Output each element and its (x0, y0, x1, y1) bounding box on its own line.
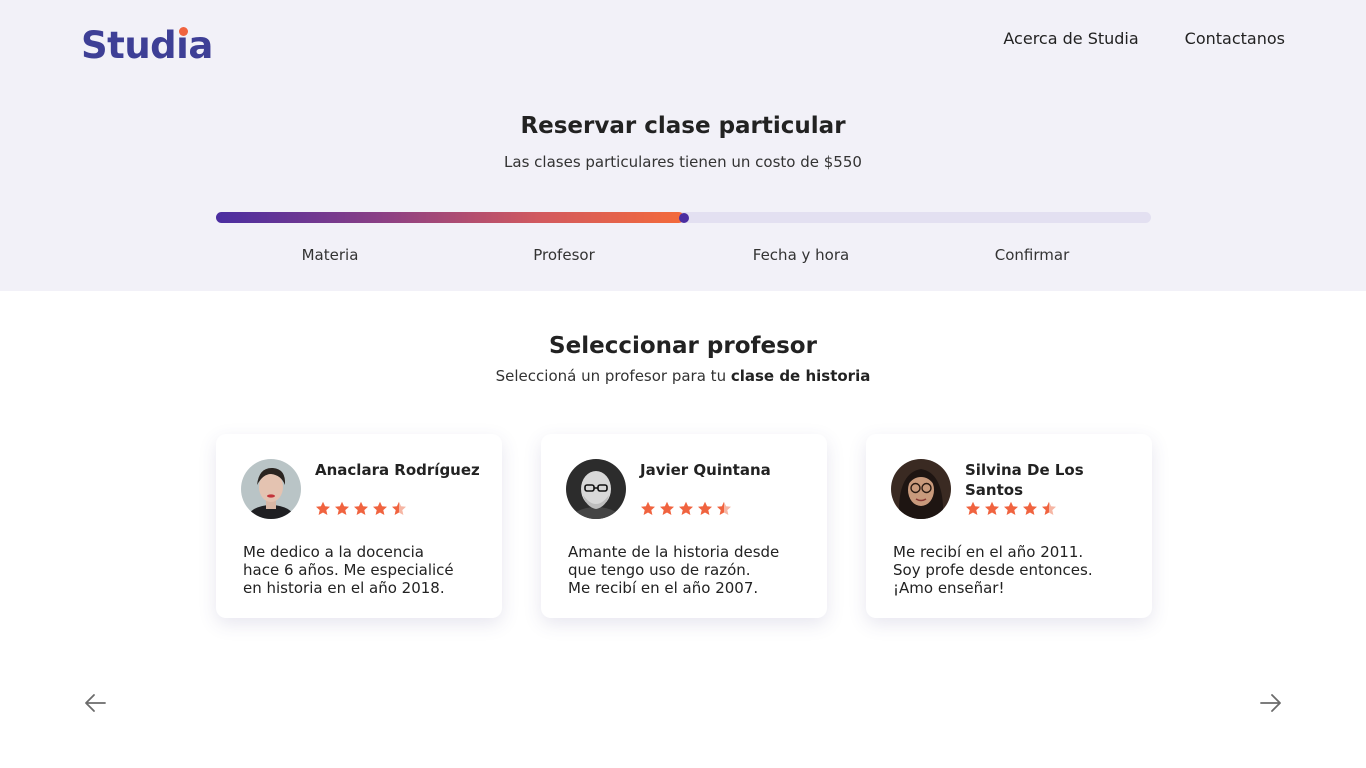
step-fecha-hora[interactable]: Fecha y hora (753, 246, 849, 264)
star-half-icon (1042, 501, 1056, 515)
star-full-icon (335, 501, 349, 515)
man-portrait-icon (566, 459, 626, 519)
rating-stars (640, 501, 732, 516)
nav-link-contact[interactable]: Contactanos (1185, 29, 1285, 48)
page-title: Reservar clase particular (520, 113, 846, 139)
progress-knob (678, 212, 689, 223)
star-full-icon (985, 501, 999, 515)
studia-logo[interactable]: Stud ıa (81, 24, 213, 67)
star-full-icon (1004, 501, 1018, 515)
page-subtitle: Las clases particulares tienen un costo … (504, 153, 862, 171)
star-full-icon (1023, 501, 1037, 515)
star-half-icon (392, 501, 406, 515)
teacher-description: Me dedico a la docencia hace 6 años. Me … (243, 543, 454, 597)
step-profesor[interactable]: Profesor (533, 246, 594, 264)
arrow-left-icon[interactable] (81, 688, 111, 718)
star-full-icon (354, 501, 368, 515)
nav-link-about[interactable]: Acerca de Studia (1003, 29, 1138, 48)
arrow-right-icon[interactable] (1255, 688, 1285, 718)
section-title: Seleccionar profesor (549, 333, 817, 359)
woman-portrait-icon (241, 459, 301, 519)
star-half-icon (717, 501, 731, 515)
progress-fill (216, 212, 684, 223)
star-full-icon (316, 501, 330, 515)
top-nav: Acerca de Studia Contactanos (1003, 29, 1285, 48)
star-full-icon (373, 501, 387, 515)
woman-glasses-portrait-icon (891, 459, 951, 519)
teacher-card[interactable]: Anaclara Rodríguez Me dedico a la docenc… (216, 434, 502, 618)
star-full-icon (679, 501, 693, 515)
teacher-name: Javier Quintana (640, 461, 771, 479)
rating-stars (315, 501, 407, 516)
subject-name: clase de historia (730, 367, 871, 385)
star-full-icon (966, 501, 980, 515)
step-materia[interactable]: Materia (302, 246, 359, 264)
teacher-name: Anaclara Rodríguez (315, 461, 480, 479)
section-subtitle: Seleccioná un profesor para tu clase de … (495, 367, 871, 385)
teacher-description: Me recibí en el año 2011. Soy profe desd… (893, 543, 1093, 597)
star-full-icon (641, 501, 655, 515)
teacher-card[interactable]: Javier Quintana Amante de la historia de… (541, 434, 827, 618)
star-full-icon (660, 501, 674, 515)
rating-stars (965, 501, 1057, 516)
teacher-description: Amante de la historia desde que tengo us… (568, 543, 780, 597)
booking-steps: Materia Profesor Fecha y hora Confirmar (0, 246, 1366, 266)
booking-progress-bar (216, 212, 1151, 223)
teacher-card[interactable]: Silvina De Los Santos Me recibí en el añ… (866, 434, 1152, 618)
star-full-icon (698, 501, 712, 515)
teacher-name: Silvina De Los Santos (965, 461, 1084, 499)
step-confirmar[interactable]: Confirmar (995, 246, 1069, 264)
